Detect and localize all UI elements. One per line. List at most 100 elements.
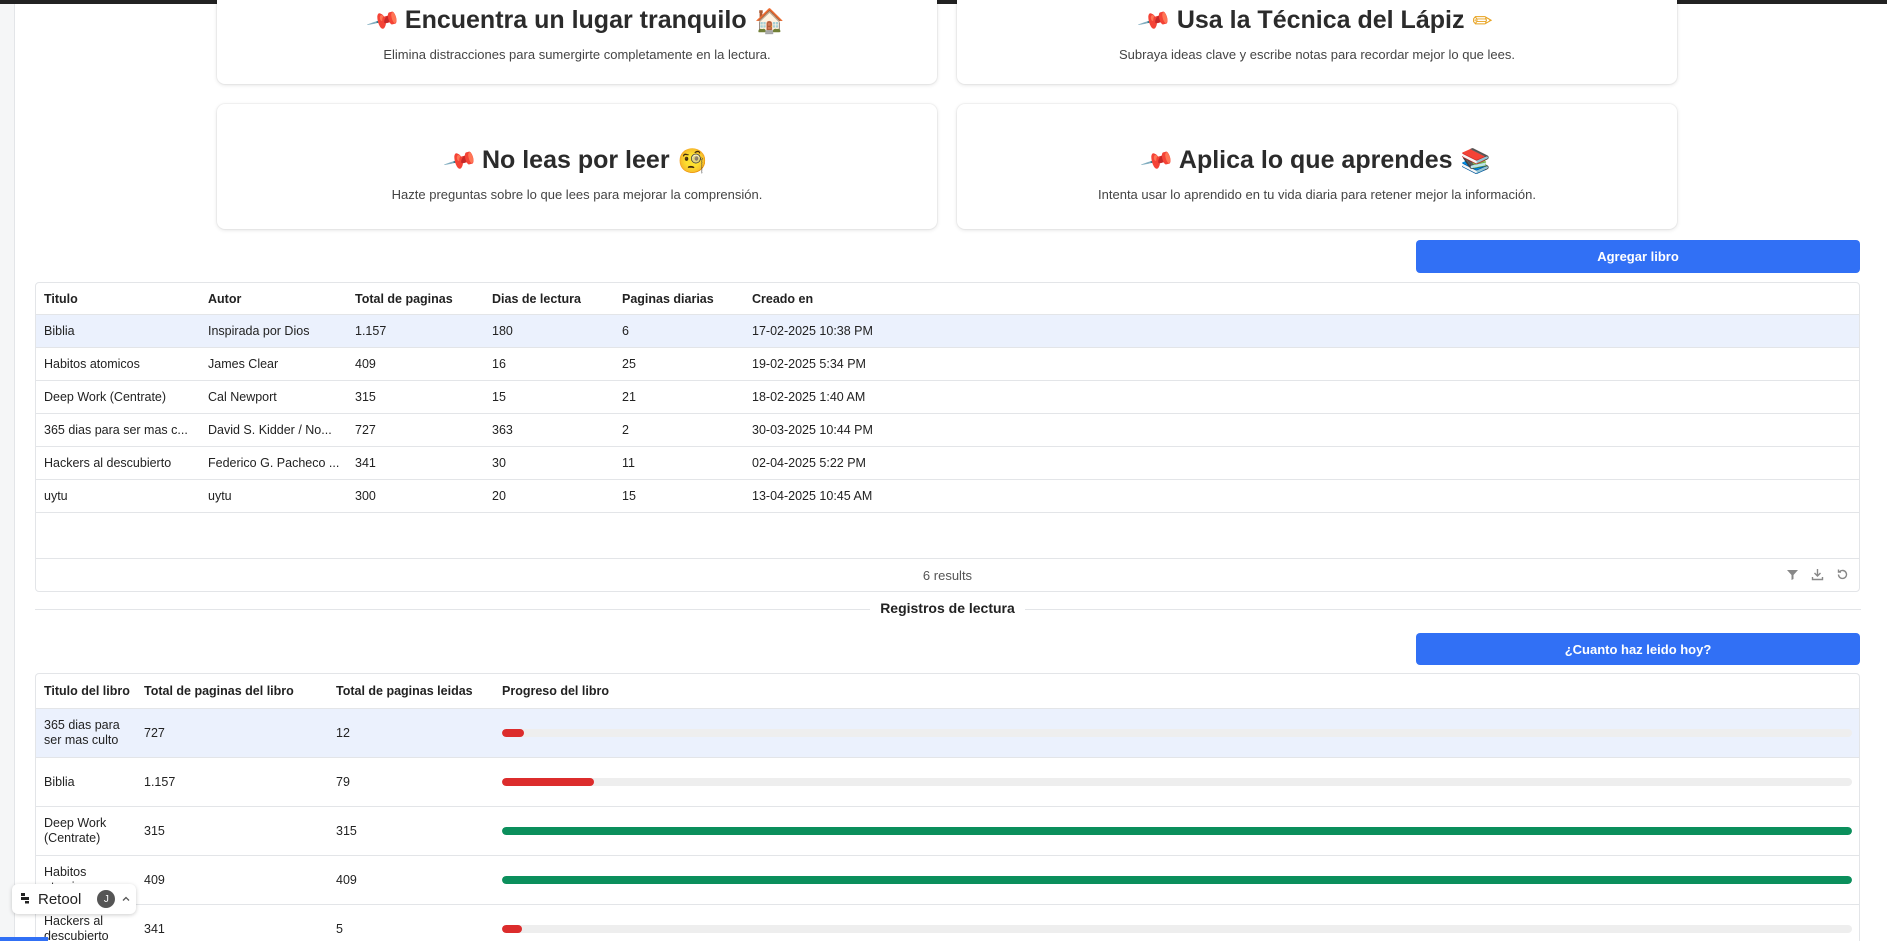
reading-log-rows: 365 dias para ser mas culto 727 12 Bibli…	[36, 709, 1859, 941]
tip-description: Intenta usar lo aprendido en tu vida dia…	[1098, 187, 1536, 202]
pushpin-icon: 📌	[1137, 2, 1174, 38]
cell-daily-pages: 2	[622, 423, 629, 437]
cell-title: Habitos atomicos	[44, 357, 140, 371]
progress-bar	[502, 925, 1852, 933]
cell-created: 18-02-2025 1:40 AM	[752, 390, 866, 404]
cell-pages-read: 79	[336, 774, 350, 789]
table-footer: 6 results	[36, 558, 1859, 591]
table-row[interactable]: Habitos atomicos James Clear 409 16 25 1…	[36, 348, 1859, 381]
cell-book-total: 727	[144, 725, 165, 740]
house-icon: 🏠	[754, 6, 785, 35]
cell-total-pages: 300	[355, 489, 376, 503]
tip-card-pencil: 📌 Usa la Técnica del Lápiz ✏ Subraya ide…	[957, 0, 1677, 84]
cell-author: Federico G. Pacheco ...	[208, 456, 340, 470]
progress-bar-fill	[502, 876, 1852, 884]
column-header[interactable]: Autor	[200, 292, 347, 306]
cell-days: 180	[492, 324, 513, 338]
table-header: Titulo del libro Total de paginas del li…	[36, 674, 1859, 709]
cell-pages-read: 409	[336, 872, 357, 887]
table-row[interactable]: Biblia Inspirada por Dios 1.157 180 6 17…	[36, 315, 1859, 348]
cell-book-title: Biblia	[44, 774, 75, 789]
cell-book-total: 341	[144, 921, 165, 936]
table-row[interactable]: Biblia 1.157 79	[36, 758, 1859, 807]
pencil-icon: ✏	[1472, 6, 1493, 35]
reading-logs-table: Titulo del libro Total de paginas del li…	[35, 673, 1860, 941]
pushpin-icon: 📌	[365, 2, 402, 38]
cell-pages-read: 5	[336, 921, 343, 936]
monocle-face-icon: 🧐	[677, 146, 708, 175]
table-row[interactable]: Hackers al descubierto Federico G. Pache…	[36, 447, 1859, 480]
column-header[interactable]: Paginas diarias	[614, 292, 744, 306]
books-table: Titulo Autor Total de paginas Dias de le…	[35, 282, 1860, 592]
cell-pages-read: 12	[336, 725, 350, 740]
tip-title: No leas por leer	[481, 146, 670, 174]
cell-title: Biblia	[44, 324, 75, 338]
table-row[interactable]: Habitos atomicos 409 409	[36, 856, 1859, 905]
tip-description: Hazte preguntas sobre lo que lees para m…	[391, 187, 763, 202]
progress-bar	[502, 729, 1852, 737]
column-header[interactable]: Dias de lectura	[484, 292, 614, 306]
cell-author: David S. Kidder / No...	[208, 423, 332, 437]
tip-title: Usa la Técnica del Lápiz	[1176, 6, 1465, 34]
cell-title: 365 dias para ser mas c...	[44, 423, 188, 437]
pushpin-icon: 📌	[1139, 142, 1176, 178]
cell-days: 30	[492, 456, 506, 470]
cell-created: 02-04-2025 5:22 PM	[752, 456, 866, 470]
progress-bar-fill	[502, 925, 522, 933]
tip-description: Elimina distracciones para sumergirte co…	[383, 47, 771, 62]
table-row[interactable]: Deep Work (Centrate) 315 315	[36, 807, 1859, 856]
cell-created: 30-03-2025 10:44 PM	[752, 423, 873, 437]
retool-logo-icon	[20, 891, 32, 908]
table-row[interactable]: Hackers al descubierto 341 5	[36, 905, 1859, 941]
column-header[interactable]: Creado en	[744, 292, 944, 306]
avatar[interactable]: J	[97, 890, 116, 908]
table-row[interactable]: uytu uytu 300 20 15 13-04-2025 10:45 AM	[36, 480, 1859, 513]
results-count: 6 results	[922, 567, 973, 583]
cell-created: 19-02-2025 5:34 PM	[752, 357, 866, 371]
chevron-up-icon[interactable]	[121, 891, 131, 908]
column-header[interactable]: Total de paginas del libro	[136, 684, 328, 698]
section-divider-label-wrap: Registros de lectura	[1, 600, 1887, 618]
progress-bar-fill	[502, 827, 1852, 835]
column-header[interactable]: Titulo del libro	[36, 684, 136, 698]
table-row[interactable]: 365 dias para ser mas c... David S. Kidd…	[36, 414, 1859, 447]
progress-bar	[502, 876, 1852, 884]
loading-bar	[0, 937, 48, 941]
table-row[interactable]: Deep Work (Centrate) Cal Newport 315 15 …	[36, 381, 1859, 414]
section-title: Registros de lectura	[870, 600, 1025, 616]
tip-title: Encuentra un lugar tranquilo	[404, 6, 747, 34]
tip-description: Subraya ideas clave y escribe notas para…	[1119, 47, 1515, 62]
cell-book-total: 409	[144, 872, 165, 887]
refresh-icon[interactable]	[1836, 568, 1849, 584]
tip-title: Aplica lo que aprendes	[1178, 146, 1453, 174]
cell-author: Inspirada por Dios	[208, 324, 310, 338]
cell-pages-read: 315	[336, 823, 357, 838]
column-header[interactable]: Titulo	[36, 292, 200, 306]
table-row[interactable]: 365 dias para ser mas culto 727 12	[36, 709, 1859, 758]
cell-author: James Clear	[208, 357, 279, 371]
column-header[interactable]: Total de paginas	[347, 292, 484, 306]
cell-book-title: Hackers al descubierto	[44, 914, 109, 941]
cell-total-pages: 727	[355, 423, 376, 437]
retool-brand: Retool	[38, 890, 82, 908]
cell-daily-pages: 21	[622, 390, 636, 404]
add-book-button[interactable]: Agregar libro	[1416, 240, 1860, 273]
column-header[interactable]: Progreso del libro	[494, 684, 794, 698]
retool-badge[interactable]: Retool J	[12, 884, 136, 914]
cell-daily-pages: 6	[622, 324, 629, 338]
cell-book-title: Deep Work (Centrate)	[44, 816, 107, 845]
download-icon[interactable]	[1811, 568, 1824, 584]
app-canvas: 📌 Encuentra un lugar tranquilo 🏠 Elimina…	[14, 0, 1887, 941]
cell-days: 20	[492, 489, 506, 503]
pushpin-icon: 📌	[442, 142, 479, 178]
cell-book-total: 315	[144, 823, 165, 838]
filter-icon[interactable]	[1786, 568, 1799, 584]
log-reading-button[interactable]: ¿Cuanto haz leido hoy?	[1416, 633, 1860, 665]
cell-days: 363	[492, 423, 513, 437]
cell-created: 17-02-2025 10:38 PM	[752, 324, 873, 338]
cell-total-pages: 409	[355, 357, 376, 371]
tip-card-quiet-place: 📌 Encuentra un lugar tranquilo 🏠 Elimina…	[217, 0, 937, 84]
books-icon: 📚	[1460, 146, 1491, 175]
cell-author: Cal Newport	[208, 390, 277, 404]
column-header[interactable]: Total de paginas leidas	[328, 684, 494, 698]
